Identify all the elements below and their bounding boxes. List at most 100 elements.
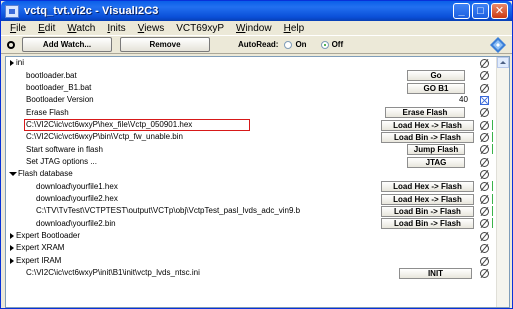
green-status-bar-icon: [492, 144, 493, 155]
null-status-icon: [480, 268, 489, 278]
row-action-button[interactable]: JTAG: [407, 156, 465, 168]
null-status-icon: [480, 120, 489, 130]
expand-arrow-right-icon[interactable]: [10, 257, 14, 264]
add-watch-button[interactable]: Add Watch...: [22, 37, 112, 52]
tree-row[interactable]: Erase Flash Erase Flash: [6, 106, 509, 119]
menu-bar: File Edit Watch Inits Views VCT69xyP Window Hel…: [1, 21, 512, 35]
highlight-box: [24, 118, 250, 131]
null-status-icon: [480, 182, 489, 192]
expand-arrow-down-icon[interactable]: [9, 172, 17, 177]
row-action-button[interactable]: GO B1: [407, 82, 465, 94]
window-controls: _ □ ✕: [453, 3, 508, 19]
null-status-icon: [480, 71, 489, 81]
tree-row[interactable]: download\yourfile2.bin Load Bin -> Flash: [6, 217, 509, 230]
tree-row[interactable]: C:\VI2C\ic\vct6wxyP\bin\Vctp_fw_unable.b…: [6, 131, 509, 144]
maximize-button[interactable]: □: [472, 3, 489, 19]
null-status-icon: [480, 194, 489, 204]
row-action-button[interactable]: Load Bin -> Flash: [381, 132, 474, 144]
row-label: Flash database: [18, 169, 73, 179]
edit-box-icon[interactable]: [480, 96, 489, 106]
minimize-button[interactable]: _: [453, 3, 470, 19]
expand-arrow-right-icon[interactable]: [10, 60, 14, 67]
row-label: Expert XRAM: [16, 243, 65, 253]
expand-arrow-right-icon[interactable]: [10, 245, 14, 252]
row-label: Erase Flash: [26, 107, 69, 117]
row-label: C:\TV\TvTest\VCTPTEST\output\VCTp\obj\Vc…: [36, 206, 301, 216]
app-icon: [5, 4, 19, 18]
null-status-icon: [480, 108, 489, 118]
row-label: download\yourfile2.bin: [36, 218, 116, 228]
null-status-icon: [480, 133, 489, 143]
row-label: Expert IRAM: [16, 255, 62, 265]
green-status-bar-icon: [492, 132, 493, 143]
tree-row[interactable]: bootloader_B1.bat GO B1: [6, 82, 509, 94]
menu-views[interactable]: Views: [132, 23, 171, 34]
row-label: Set JTAG options ...: [26, 156, 97, 166]
green-status-bar-icon: [492, 119, 493, 130]
toolbar: Add Watch... Remove AutoRead: On Off: [1, 35, 512, 54]
tree-row[interactable]: Expert Bootloader: [6, 230, 509, 242]
null-status-icon: [480, 59, 489, 68]
autoread-on-radio[interactable]: [284, 40, 293, 49]
null-status-icon: [480, 145, 489, 155]
row-label: bootloader.bat: [26, 70, 77, 80]
menu-file[interactable]: File: [4, 23, 32, 34]
remove-button[interactable]: Remove: [120, 37, 210, 52]
autoread-off-label: Off: [331, 40, 344, 49]
tree-row[interactable]: C:\VI2C\ic\vct6wxyP\init\B1\init\vctp_lv…: [6, 267, 509, 279]
null-status-icon: [480, 83, 489, 93]
row-label: download\yourfile2.hex: [36, 193, 118, 203]
tree-row[interactable]: Bootloader Version 40: [6, 94, 509, 106]
tree-row[interactable]: C:\TV\TvTest\VCTPTEST\output\VCTp\obj\Vc…: [6, 205, 509, 218]
null-status-icon: [480, 244, 489, 254]
tree-row[interactable]: Expert IRAM: [6, 255, 509, 267]
row-label: Start software in flash: [26, 144, 103, 154]
green-status-bar-icon: [492, 193, 493, 204]
menu-edit[interactable]: Edit: [32, 23, 61, 34]
tree-row[interactable]: Start software in flash Jump Flash: [6, 143, 509, 156]
autoread-off-radio[interactable]: [320, 40, 329, 49]
title-bar[interactable]: vctq_tvt.vi2c - VisualI2C3 _ □ ✕: [1, 1, 512, 21]
menu-help[interactable]: Help: [278, 23, 311, 34]
window-title: vctq_tvt.vi2c - VisualI2C3: [24, 5, 159, 17]
null-status-icon: [480, 231, 489, 241]
tree-row[interactable]: C:\VI2C\ic\vct6wxyP\hex_file\Vctp_050901…: [6, 118, 509, 131]
row-action-button[interactable]: Load Hex -> Flash: [381, 181, 474, 193]
null-status-icon: [480, 207, 489, 217]
row-label: ini: [16, 58, 25, 68]
row-action-button[interactable]: INIT: [399, 267, 472, 279]
tree-row[interactable]: ini: [6, 57, 509, 69]
green-status-bar-icon: [492, 181, 493, 192]
menu-vct69xyp[interactable]: VCT69xyP: [170, 23, 230, 34]
green-status-bar-icon: [492, 218, 493, 229]
close-button[interactable]: ✕: [491, 3, 508, 19]
row-action-button[interactable]: Jump Flash: [407, 144, 465, 156]
tree-row[interactable]: download\yourfile1.hex Load Hex -> Flash: [6, 180, 509, 193]
menu-inits[interactable]: Inits: [101, 23, 131, 34]
tree-row[interactable]: Expert XRAM: [6, 242, 509, 254]
diamond-logo-icon: [490, 37, 506, 53]
row-action-button[interactable]: Load Hex -> Flash: [381, 193, 474, 205]
null-status-icon: [480, 170, 489, 180]
null-status-icon: [480, 256, 489, 266]
menu-watch[interactable]: Watch: [61, 23, 101, 34]
tree-row[interactable]: Set JTAG options ... JTAG: [6, 156, 509, 168]
row-label: Expert Bootloader: [16, 230, 81, 240]
watch-tree: ini bootloader.bat Go bootloader_B1.bat GO B…: [5, 56, 510, 308]
tree-row[interactable]: bootloader.bat Go: [6, 69, 509, 82]
record-icon[interactable]: [7, 40, 15, 49]
row-action-button[interactable]: Load Bin -> Flash: [381, 206, 474, 218]
row-action-button[interactable]: Load Hex -> Flash: [381, 119, 474, 131]
tree-row[interactable]: download\yourfile2.hex Load Hex -> Flash: [6, 193, 509, 205]
null-status-icon: [480, 157, 489, 167]
expand-arrow-right-icon[interactable]: [10, 232, 14, 239]
row-action-button[interactable]: Erase Flash: [385, 107, 465, 119]
menu-window[interactable]: Window: [230, 23, 278, 34]
row-action-button[interactable]: Go: [407, 70, 465, 82]
row-action-button[interactable]: Load Bin -> Flash: [381, 218, 474, 230]
tree-row[interactable]: Flash database: [6, 168, 509, 180]
row-label: bootloader_B1.bat: [26, 82, 92, 92]
row-label: Bootloader Version: [26, 95, 94, 105]
autoread-group: AutoRead: On Off: [238, 40, 343, 49]
row-label: C:\VI2C\ic\vct6wxyP\init\B1\init\vctp_lv…: [26, 268, 200, 278]
